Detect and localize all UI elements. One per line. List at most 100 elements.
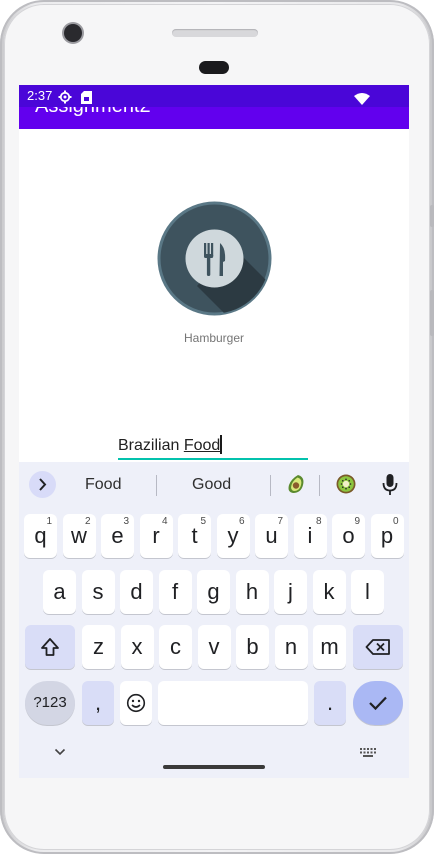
key-label: g <box>207 579 220 604</box>
period-key[interactable]: . <box>314 681 346 725</box>
letter-key[interactable]: i8 <box>293 514 327 558</box>
status-bar: 2:37 <box>19 85 409 107</box>
key-number-hint: 7 <box>277 516 283 527</box>
input-text: Brazilian <box>118 437 184 454</box>
key-label: p <box>380 523 394 548</box>
earpiece-speaker <box>172 29 258 37</box>
letter-key[interactable]: m <box>313 625 346 669</box>
letter-key[interactable]: v <box>197 625 231 669</box>
key-number-hint: 8 <box>315 516 322 527</box>
suggestion-divider <box>319 475 320 496</box>
side-button <box>430 205 434 227</box>
suggestion-divider <box>270 475 271 496</box>
suggestion-word[interactable]: Food <box>85 476 121 494</box>
key-label: j <box>288 579 293 604</box>
letter-key[interactable]: l <box>351 570 384 614</box>
input-value: Brazilian Food <box>118 435 223 455</box>
keyboard-switch-icon[interactable] <box>360 748 376 758</box>
letter-key[interactable]: k <box>312 570 346 614</box>
key-label: d <box>130 579 143 604</box>
key-number-hint: 3 <box>123 516 129 527</box>
keyboard-nav-row <box>19 740 409 778</box>
letter-key[interactable]: s <box>81 570 115 614</box>
shift-arrow-icon <box>41 638 59 656</box>
symbols-key[interactable]: ?123 <box>25 681 75 725</box>
letter-key[interactable]: x <box>120 625 154 669</box>
expand-toolbar-button[interactable] <box>29 471 56 498</box>
letter-key[interactable]: y6 <box>216 514 250 558</box>
key-label: m <box>320 634 339 659</box>
food-name-label: Hamburger <box>183 331 245 345</box>
key-label: b <box>246 634 259 659</box>
enter-key[interactable] <box>353 681 403 725</box>
letter-key[interactable]: f <box>158 570 192 614</box>
letter-key[interactable]: b <box>236 625 269 669</box>
settings-gear-icon <box>58 89 72 108</box>
key-label: y <box>227 523 239 548</box>
key-label: h <box>245 579 259 604</box>
letter-key[interactable]: g <box>197 570 230 614</box>
hide-keyboard-chevron-icon[interactable] <box>54 748 66 756</box>
key-number-hint: 2 <box>84 516 91 527</box>
main-content: Hamburger Brazilian Food <box>19 129 409 462</box>
letter-key[interactable]: a <box>43 570 76 614</box>
letter-key[interactable]: n <box>274 625 308 669</box>
backspace-icon <box>365 639 390 655</box>
key-number-hint: 5 <box>200 516 206 527</box>
letter-key[interactable]: w2 <box>62 514 96 558</box>
key-label: n <box>284 634 298 659</box>
letter-key[interactable]: r4 <box>139 514 173 558</box>
chevron-right-icon <box>39 478 47 491</box>
fork-knife-icon[interactable] <box>157 201 272 316</box>
proximity-sensor <box>199 61 229 74</box>
key-label: o <box>342 523 355 548</box>
device-screen: 2:37 Assignment2 <box>19 85 409 778</box>
key-number-hint: 4 <box>161 516 168 527</box>
key-label: z <box>93 634 104 659</box>
emoji-key[interactable] <box>120 681 152 725</box>
key-label: c <box>170 634 181 659</box>
key-label: q <box>34 523 47 548</box>
letter-key[interactable]: j <box>274 570 307 614</box>
letter-key[interactable]: e3 <box>101 514 134 558</box>
comma-key[interactable]: , <box>82 681 114 725</box>
suggestion-word[interactable]: Good <box>192 476 231 494</box>
letter-key[interactable]: d <box>120 570 153 614</box>
front-camera <box>64 24 82 42</box>
soft-keyboard: Food Good q1w2e3r4t5y6u7i8o9p0 a s d f g… <box>19 462 409 778</box>
home-gesture-bar[interactable] <box>163 765 265 769</box>
key-label: a <box>53 579 66 604</box>
volume-button <box>430 290 434 336</box>
status-time: 2:37 <box>27 88 53 103</box>
key-number-hint: 1 <box>46 516 52 527</box>
letter-key[interactable]: z <box>82 625 115 669</box>
letter-key[interactable]: q1 <box>24 514 57 558</box>
key-label: s <box>92 579 104 604</box>
microphone-icon[interactable] <box>381 473 399 497</box>
shift-key[interactable] <box>25 625 75 669</box>
sim-card-icon <box>81 89 92 108</box>
letter-key[interactable]: p0 <box>370 514 404 558</box>
text-cursor <box>220 435 223 454</box>
smiley-face-icon <box>126 693 146 713</box>
key-label: l <box>365 579 370 604</box>
key-number-hint: 6 <box>238 516 245 527</box>
suggestion-strip: Food Good <box>19 462 409 507</box>
app-title: Assignment2 <box>35 107 151 118</box>
letter-key[interactable]: h <box>235 570 269 614</box>
food-text-input[interactable]: Brazilian Food <box>118 431 308 460</box>
key-label: i <box>307 523 313 548</box>
letter-key[interactable]: u7 <box>255 514 288 558</box>
backspace-key[interactable] <box>353 625 403 669</box>
kiwi-emoji-icon[interactable] <box>335 473 357 495</box>
space-key[interactable] <box>158 681 308 725</box>
suggestion-divider <box>156 475 157 496</box>
key-label: t <box>191 523 198 548</box>
key-label: u <box>265 523 278 548</box>
letter-key[interactable]: c <box>159 625 192 669</box>
key-label: k <box>323 579 335 604</box>
letter-key[interactable]: t5 <box>178 514 211 558</box>
letter-key[interactable]: o9 <box>332 514 365 558</box>
avocado-emoji-icon[interactable] <box>285 473 307 495</box>
key-label: v <box>208 634 220 659</box>
